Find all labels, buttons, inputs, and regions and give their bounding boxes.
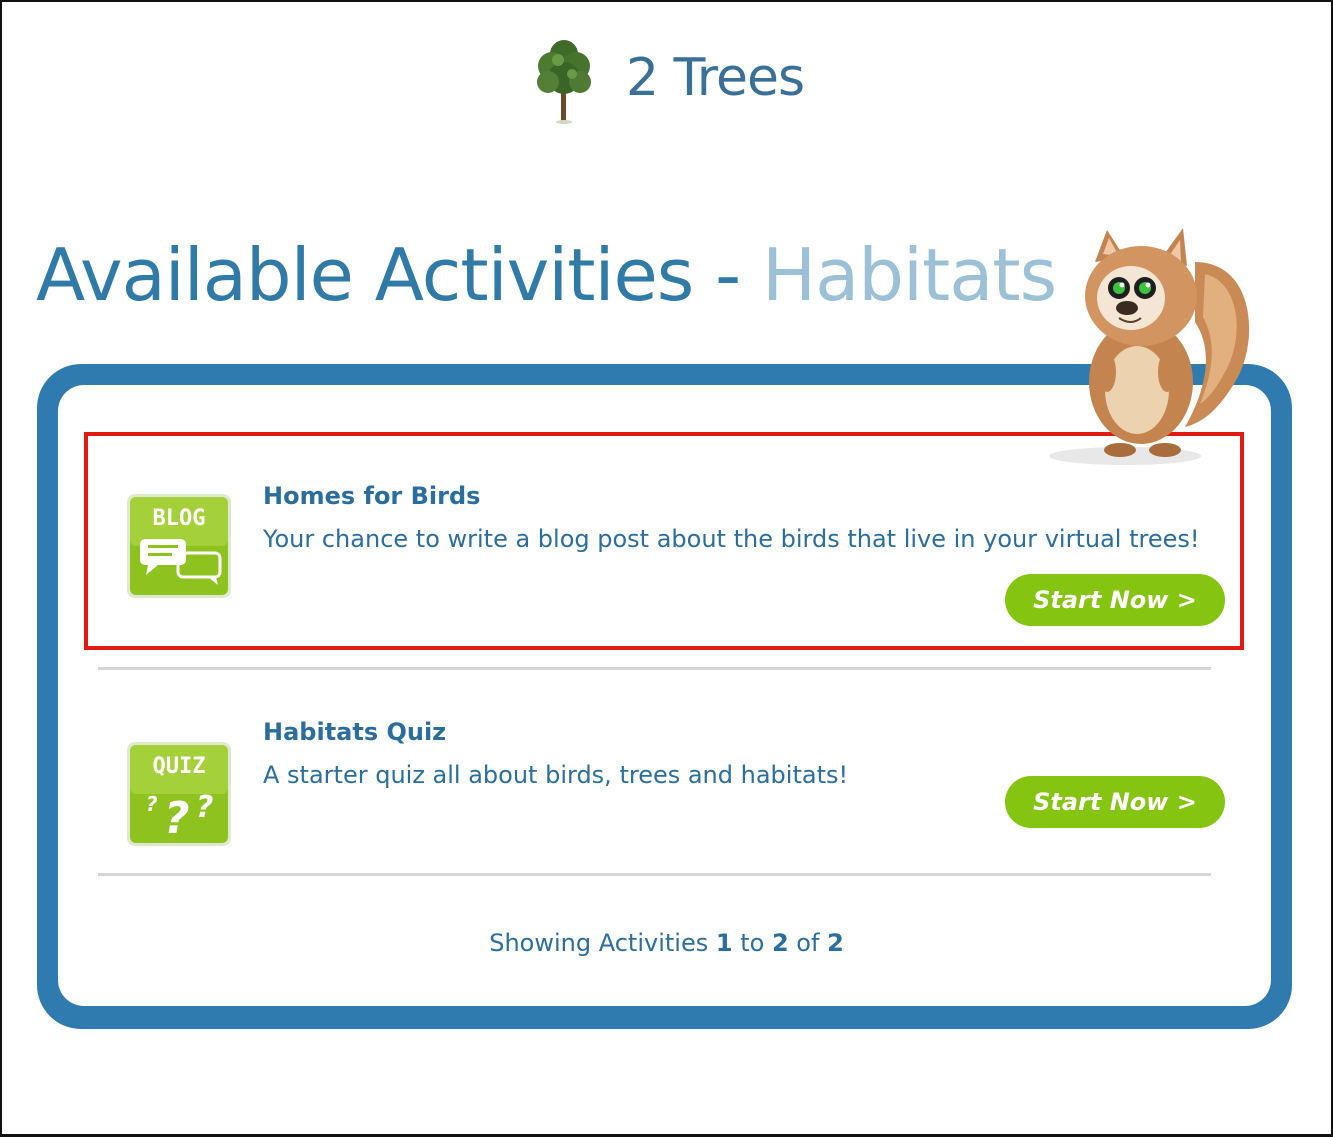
quiz-icon-label: QUIZ [153,754,206,779]
tree-logo-icon[interactable] [528,32,600,124]
activity-description: A starter quiz all about birds, trees an… [263,761,849,789]
activity-title[interactable]: Homes for Birds [263,481,480,511]
activities-panel-inner: BLOG Homes for Birds Your chance to writ… [58,385,1271,1006]
activity-item: QUIZ ? ? ? Habitats Quiz A starter quiz … [102,717,1247,877]
pagination-summary: Showing Activities 1 to 2 of 2 [0,926,1333,960]
page-title-separator: - [715,233,741,317]
activity-item: BLOG Homes for Birds Your chance to writ… [102,467,1247,682]
page-title-main: Available Activities [36,233,694,317]
squirrel-mascot-icon [1045,222,1255,470]
blog-icon[interactable]: BLOG [126,493,232,599]
activity-divider [98,873,1211,876]
activity-divider [98,667,1211,670]
brand-name[interactable]: 2 Trees [626,48,805,108]
svg-text:?: ? [146,792,158,816]
pager-to-word: to [740,929,765,957]
svg-text:?: ? [164,793,190,844]
pager-from: 1 [715,929,733,957]
pager-of-word: of [796,929,820,957]
pager-prefix: Showing Activities [489,929,709,957]
site-header: 2 Trees [0,30,1333,125]
pager-total: 2 [827,929,844,957]
start-now-button[interactable]: Start Now > [1005,776,1225,828]
pager-to: 2 [771,929,789,957]
quiz-icon[interactable]: QUIZ ? ? ? [126,741,232,847]
svg-text:?: ? [196,790,213,825]
blog-icon-label: BLOG [153,506,206,531]
activity-description: Your chance to write a blog post about t… [263,525,1200,553]
start-now-button[interactable]: Start Now > [1005,574,1225,626]
activity-title[interactable]: Habitats Quiz [263,717,446,747]
page-title-section: Habitats [762,233,1057,317]
page-title: Available Activities - Habitats [36,230,1057,320]
